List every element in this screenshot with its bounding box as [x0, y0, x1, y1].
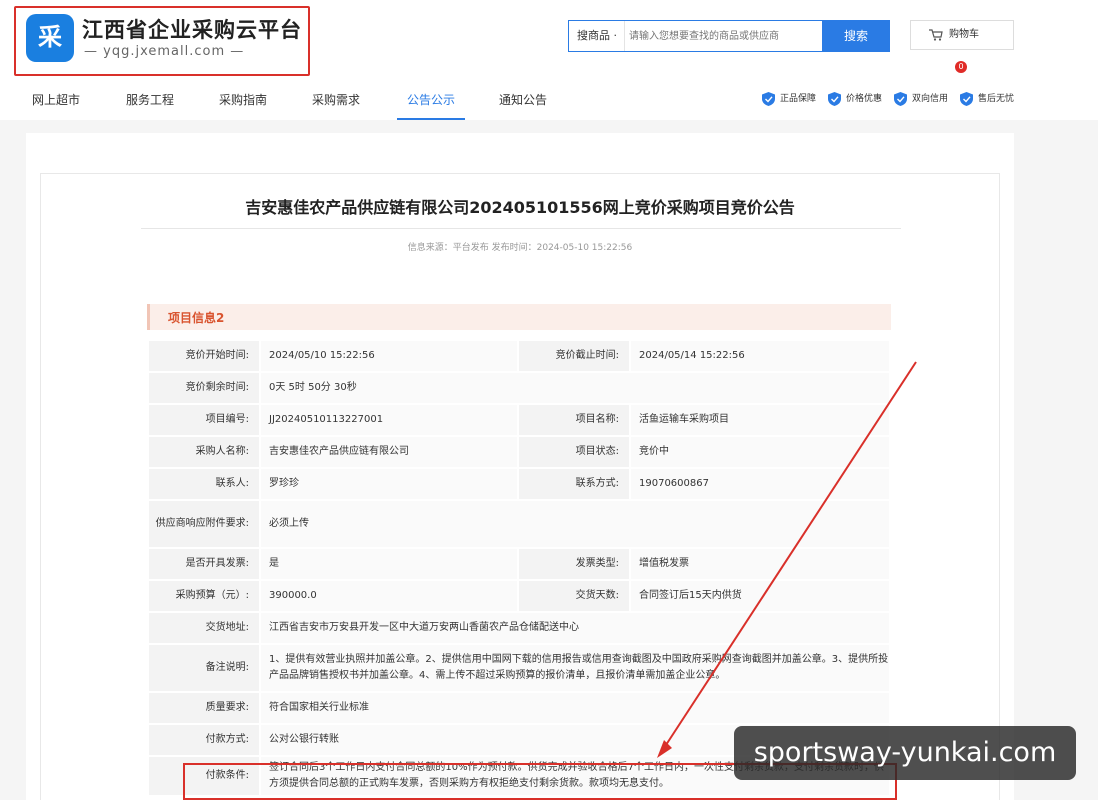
invoice-label: 是否开具发票:	[147, 547, 261, 581]
table-row: 联系人: 罗珍珍 联系方式: 19070600867	[147, 467, 891, 501]
table-row: 供应商响应附件要求: 必须上传	[147, 499, 891, 549]
site-title: 江西省企业采购云平台	[82, 18, 302, 42]
site-url: — yqg.jxemall.com —	[84, 44, 245, 59]
search-input[interactable]	[629, 25, 819, 47]
invoice-value: 是	[259, 547, 519, 581]
invoice-type-label: 发票类型:	[517, 547, 631, 581]
nav-item-notices[interactable]: 通知公告	[499, 86, 547, 120]
table-row: 交货地址: 江西省吉安市万安县开发一区中大道万安两山香菌农产品仓储配送中心	[147, 611, 891, 645]
payment-method-label: 付款方式:	[147, 723, 261, 757]
guarantee-aftersale: 售后无忧	[960, 91, 1014, 107]
delivery-address-label: 交货地址:	[147, 611, 261, 645]
contact-label: 联系人:	[147, 467, 261, 501]
start-time-label: 竞价开始时间:	[147, 339, 261, 373]
buyer-name-label: 采购人名称:	[147, 435, 261, 469]
cart-count-badge: 0	[955, 61, 967, 73]
budget-label: 采购预算（元）:	[147, 579, 261, 613]
guarantee-credit: 双向信用	[894, 91, 948, 107]
guarantee-label: 正品保障	[780, 94, 817, 104]
search-button[interactable]: 搜索	[822, 20, 890, 52]
project-status-label: 项目状态:	[517, 435, 631, 469]
guarantee-genuine: 正品保障	[762, 91, 816, 107]
budget-value: 390000.0	[259, 579, 519, 613]
notice-meta: 信息来源：平台发布 发布时间：2024-05-10 15:22:56	[407, 243, 633, 253]
watermark: sportsway-yunkai.com	[734, 726, 1076, 780]
buyer-name-value: 吉安惠佳农产品供应链有限公司	[259, 435, 519, 469]
project-code-label: 项目编号:	[147, 403, 261, 437]
section-header: 项目信息2	[147, 304, 891, 330]
delivery-days-label: 交货天数:	[517, 579, 631, 613]
nav-item-announcements[interactable]: 公告公示	[397, 86, 466, 120]
table-row: 竞价开始时间: 2024/05/10 15:22:56 竞价截止时间: 2024…	[147, 339, 891, 373]
logo-area[interactable]: 采 江西省企业采购云平台 — yqg.jxemall.com —	[14, 6, 310, 76]
notice-card: 吉安惠佳农产品供应链有限公司202405101556网上竞价采购项目竞价公告 信…	[40, 173, 1000, 800]
remark-value: 1、提供有效营业执照并加盖公章。2、提供信用中国网下载的信用报告或信用查询截图及…	[259, 643, 891, 693]
project-status-value: 竞价中	[629, 435, 891, 469]
shield-icon	[960, 92, 973, 106]
project-name-label: 项目名称:	[517, 403, 631, 437]
nav-item-supermarket[interactable]: 网上超市	[32, 86, 80, 120]
table-row: 备注说明: 1、提供有效营业执照并加盖公章。2、提供信用中国网下载的信用报告或信…	[147, 643, 891, 693]
cart-label: 购物车	[949, 29, 979, 40]
attachment-requirement-value: 必须上传	[259, 499, 891, 549]
quality-value: 符合国家相关行业标准	[259, 691, 891, 725]
section-title: 项目信息2	[168, 311, 225, 325]
attachment-requirement-label: 供应商响应附件要求:	[147, 499, 261, 549]
nav-item-service-engineering[interactable]: 服务工程	[126, 86, 174, 120]
end-time-label: 竞价截止时间:	[517, 339, 631, 373]
search-category-select[interactable]: 搜商品 ·	[569, 21, 625, 51]
table-row: 质量要求: 符合国家相关行业标准	[147, 691, 891, 725]
cart-icon	[929, 29, 943, 41]
title-divider	[141, 228, 901, 229]
table-row: 项目编号: JJ20240510113227001 项目名称: 活鱼运输车采购项…	[147, 403, 891, 437]
shield-icon	[894, 92, 907, 106]
site-header: 采 江西省企业采购云平台 — yqg.jxemall.com — 搜商品 · 搜…	[0, 0, 1098, 120]
nav-item-purchase-demand[interactable]: 采购需求	[312, 86, 360, 120]
delivery-days-value: 合同签订后15天内供货	[629, 579, 891, 613]
table-row: 采购预算（元）: 390000.0 交货天数: 合同签订后15天内供货	[147, 579, 891, 613]
delivery-address-value: 江西省吉安市万安县开发一区中大道万安两山香菌农产品仓储配送中心	[259, 611, 891, 645]
guarantee-price: 价格优惠	[828, 91, 882, 107]
contact-value: 罗珍珍	[259, 467, 519, 501]
start-time-value: 2024/05/10 15:22:56	[259, 339, 519, 373]
table-row: 采购人名称: 吉安惠佳农产品供应链有限公司 项目状态: 竞价中	[147, 435, 891, 469]
guarantee-label: 价格优惠	[846, 94, 883, 104]
quality-label: 质量要求:	[147, 691, 261, 725]
table-row: 竞价剩余时间: 0天 5时 50分 30秒	[147, 371, 891, 405]
table-row: 是否开具发票: 是 发票类型: 增值税发票	[147, 547, 891, 581]
nav-item-purchase-guide[interactable]: 采购指南	[219, 86, 267, 120]
remaining-time-value: 0天 5时 50分 30秒	[259, 371, 891, 405]
logo-icon: 采	[26, 14, 74, 62]
project-name-value: 活鱼运输车采购项目	[629, 403, 891, 437]
shield-icon	[828, 92, 841, 106]
end-time-value: 2024/05/14 15:22:56	[629, 339, 891, 373]
guarantee-label: 售后无忧	[978, 94, 1015, 104]
cart-button[interactable]: 购物车	[910, 20, 1014, 50]
search-bar: 搜商品 · 搜索	[568, 20, 890, 52]
invoice-type-value: 增值税发票	[629, 547, 891, 581]
project-code-value: JJ20240510113227001	[259, 403, 519, 437]
notice-title: 吉安惠佳农产品供应链有限公司202405101556网上竞价采购项目竞价公告	[245, 198, 795, 217]
remark-label: 备注说明:	[147, 643, 261, 693]
shield-icon	[762, 92, 775, 106]
guarantee-label: 双向信用	[912, 94, 949, 104]
phone-value: 19070600867	[629, 467, 891, 501]
remaining-time-label: 竞价剩余时间:	[147, 371, 261, 405]
phone-label: 联系方式:	[517, 467, 631, 501]
